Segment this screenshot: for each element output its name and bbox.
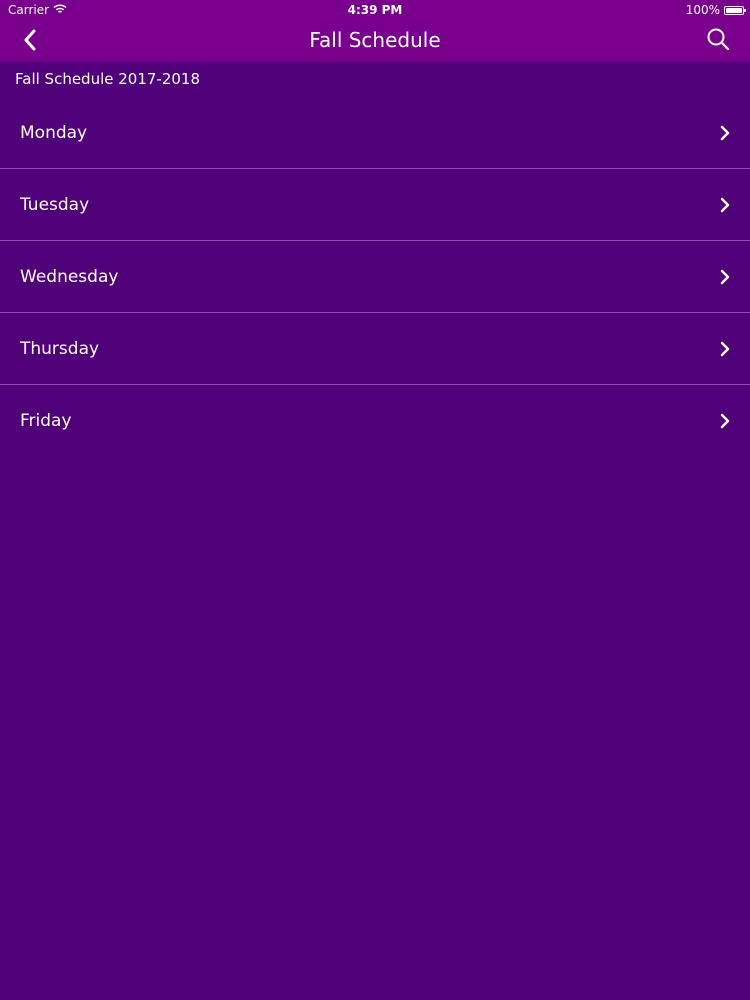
- navigation-bar: Fall Schedule: [0, 20, 750, 62]
- search-button[interactable]: [704, 27, 732, 55]
- list-item-label: Friday: [20, 411, 72, 431]
- chevron-right-icon: [720, 269, 730, 285]
- battery-indicator: 100%: [685, 3, 746, 17]
- list-item-tuesday[interactable]: Tuesday: [0, 169, 750, 241]
- chevron-right-icon: [720, 125, 730, 141]
- chevron-right-icon: [720, 197, 730, 213]
- list-item-thursday[interactable]: Thursday: [0, 313, 750, 385]
- list-item-friday[interactable]: Friday: [0, 385, 750, 457]
- section-header: Fall Schedule 2017-2018: [15, 70, 201, 88]
- search-icon: [706, 27, 730, 55]
- list-item-label: Wednesday: [20, 267, 119, 287]
- chevron-right-icon: [720, 341, 730, 357]
- list-item-label: Tuesday: [20, 195, 90, 215]
- list-item-wednesday[interactable]: Wednesday: [0, 241, 750, 313]
- list-item-monday[interactable]: Monday: [0, 97, 750, 169]
- list-item-label: Monday: [20, 123, 88, 143]
- chevron-right-icon: [720, 413, 730, 429]
- battery-icon: [724, 5, 746, 15]
- battery-percent: 100%: [685, 3, 720, 17]
- status-time: 4:39 PM: [347, 3, 403, 17]
- status-bar: Carrier 4:39 PM 100%: [0, 0, 750, 20]
- page-title: Fall Schedule: [309, 28, 441, 52]
- list-item-label: Thursday: [20, 339, 100, 359]
- day-list: Monday Tuesday Wednesday Thursday Friday: [0, 97, 750, 457]
